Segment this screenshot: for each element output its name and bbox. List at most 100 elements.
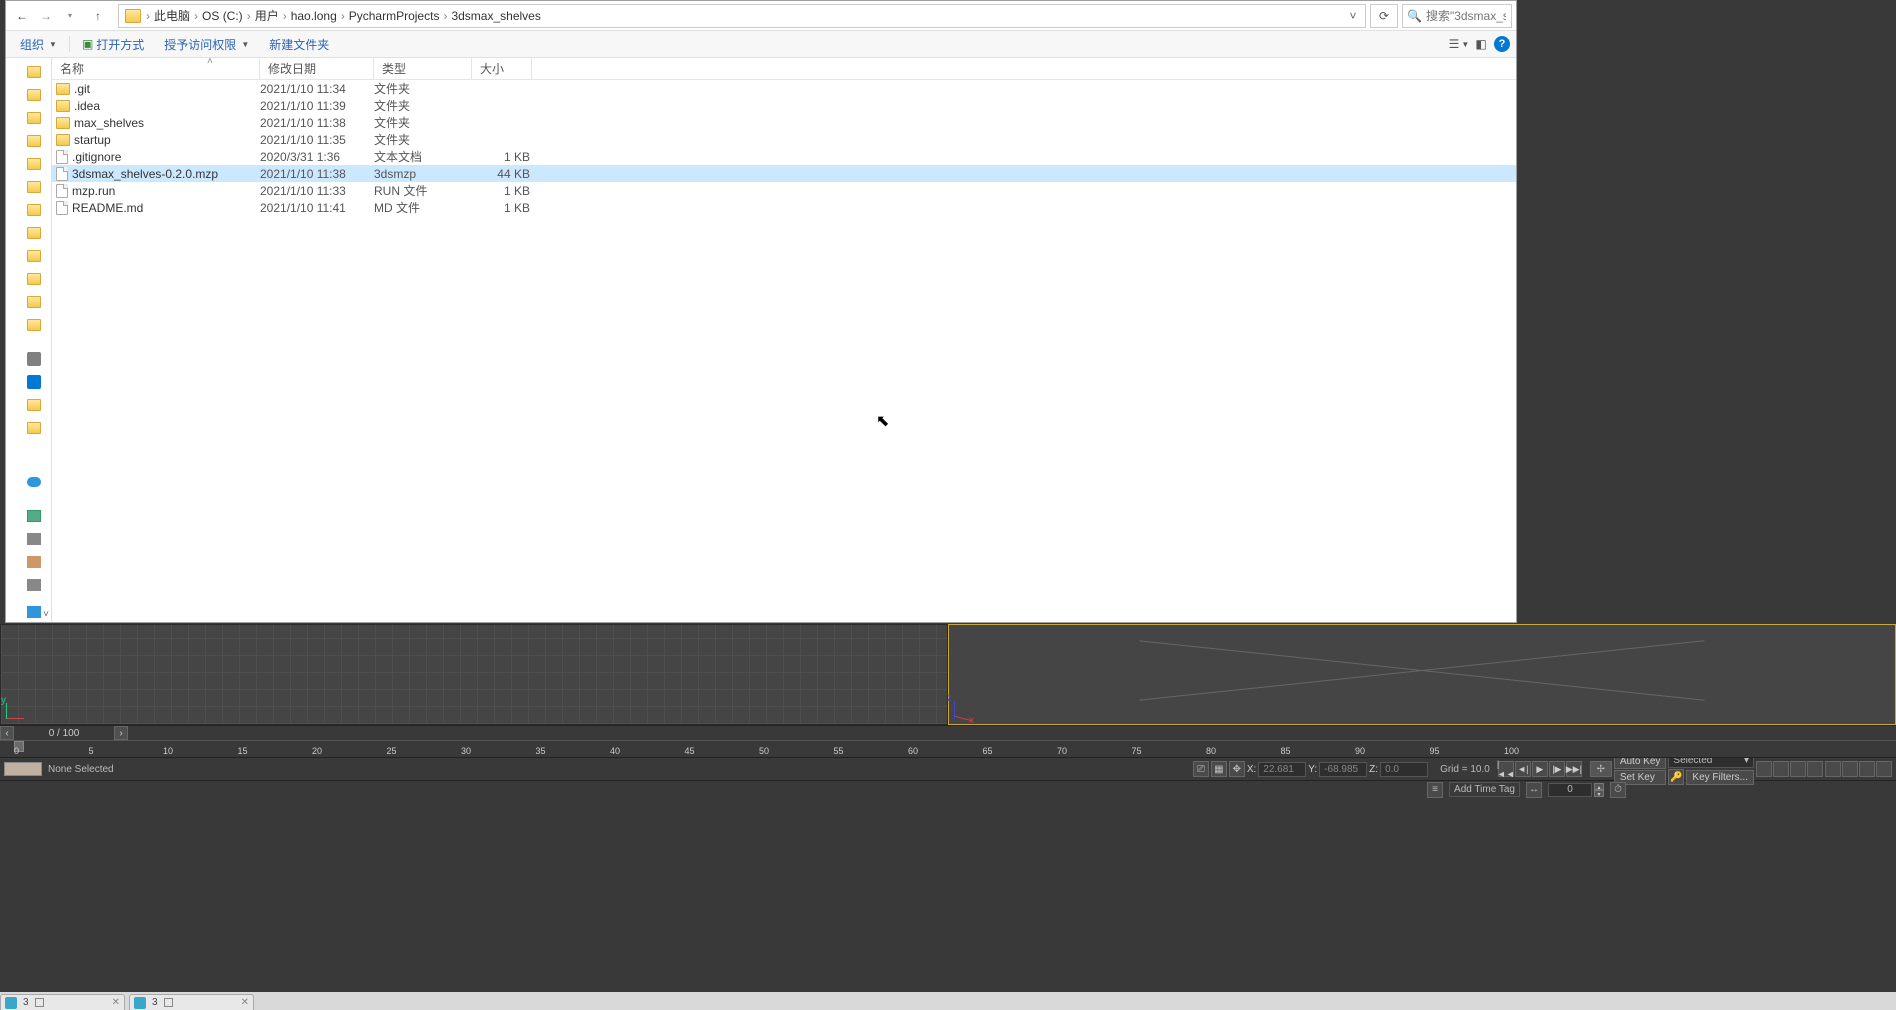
restore-icon[interactable]: [164, 998, 173, 1007]
viewport-left[interactable]: y: [0, 624, 948, 725]
sidebar-item[interactable]: [9, 154, 49, 174]
spinner-down[interactable]: ▾: [1594, 790, 1604, 797]
col-type[interactable]: 类型: [374, 58, 472, 79]
taskbar-tab-1[interactable]: 3 ✕: [0, 994, 125, 1010]
play-button[interactable]: ▶: [1532, 761, 1548, 777]
close-icon[interactable]: ✕: [241, 997, 249, 1008]
sidebar-item[interactable]: [9, 315, 49, 335]
recent-dropdown[interactable]: ▾: [58, 4, 82, 28]
spinner-up[interactable]: ▴: [1594, 783, 1604, 790]
help-icon[interactable]: ?: [1494, 36, 1510, 52]
address-dropdown[interactable]: ˅: [1343, 9, 1363, 23]
zoom-icon[interactable]: [1756, 761, 1772, 777]
grant-access-button[interactable]: 授予访问权限▼: [156, 34, 257, 55]
viewport-right[interactable]: z x: [948, 624, 1896, 725]
sidebar-item[interactable]: [9, 575, 49, 595]
sidebar-item[interactable]: [9, 349, 49, 369]
column-headers[interactable]: ˄ 名称 修改日期 类型 大小: [52, 58, 1516, 80]
snap-icon[interactable]: ▦: [1211, 761, 1227, 777]
orbit-icon[interactable]: [1807, 761, 1823, 777]
move-icon[interactable]: ↔: [1526, 782, 1542, 798]
breadcrumb[interactable]: › 此电脑 › OS (C:) › 用户 › hao.long › Pychar…: [118, 4, 1366, 28]
sidebar-item[interactable]: [9, 269, 49, 289]
up-button[interactable]: ↑: [86, 4, 110, 28]
forward-button[interactable]: →: [34, 4, 58, 28]
prev-frame-button[interactable]: ◄|: [1515, 761, 1531, 777]
sidebar-item[interactable]: [9, 62, 49, 82]
sidebar-item[interactable]: [9, 177, 49, 197]
transform-icon[interactable]: ✥: [1229, 761, 1245, 777]
time-ruler[interactable]: 0510152025303540455055606570758085909510…: [0, 740, 1896, 758]
sidebar-item[interactable]: [9, 85, 49, 105]
file-row[interactable]: 3dsmax_shelves-0.2.0.mzp2021/1/10 11:383…: [52, 165, 1516, 182]
key-mode-button[interactable]: ✢: [1590, 761, 1612, 777]
next-frame-button[interactable]: |▶: [1549, 761, 1565, 777]
sidebar-item[interactable]: [9, 200, 49, 220]
sidebar-item[interactable]: [9, 131, 49, 151]
nav-sidebar[interactable]: ˅: [6, 58, 52, 622]
new-folder-button[interactable]: 新建文件夹: [261, 34, 337, 55]
file-row[interactable]: README.md2021/1/10 11:41MD 文件1 KB: [52, 199, 1516, 216]
sidebar-item[interactable]: [9, 372, 49, 392]
crumb-drive[interactable]: OS (C:): [199, 9, 246, 23]
goto-start-button[interactable]: |◄◄: [1498, 761, 1514, 777]
restore-icon[interactable]: [35, 998, 44, 1007]
open-with-button[interactable]: ▣打开方式: [74, 34, 152, 55]
file-row[interactable]: .git2021/1/10 11:34文件夹: [52, 80, 1516, 97]
pan-icon[interactable]: [1790, 761, 1806, 777]
refresh-button[interactable]: ⟳: [1370, 4, 1398, 28]
sidebar-item[interactable]: [9, 395, 49, 415]
key-icon[interactable]: 🔑: [1668, 769, 1684, 785]
crumb-projects[interactable]: PycharmProjects: [346, 9, 443, 23]
fov-icon[interactable]: [1825, 761, 1841, 777]
nav-icon[interactable]: [1876, 761, 1892, 777]
preview-pane-button[interactable]: ◧: [1472, 35, 1490, 53]
file-row[interactable]: .idea2021/1/10 11:39文件夹: [52, 97, 1516, 114]
sidebar-item[interactable]: [9, 223, 49, 243]
col-date[interactable]: 修改日期: [260, 58, 374, 79]
crumb-users[interactable]: 用户: [252, 7, 282, 24]
lock-icon[interactable]: ⎚: [1193, 761, 1209, 777]
status-swatch[interactable]: [4, 762, 42, 776]
sidebar-item[interactable]: [9, 529, 49, 549]
file-row[interactable]: mzp.run2021/1/10 11:33RUN 文件1 KB: [52, 182, 1516, 199]
script-icon[interactable]: ≡: [1427, 782, 1443, 798]
x-field[interactable]: 22.681: [1258, 762, 1306, 777]
time-config-icon[interactable]: ⏱: [1610, 782, 1626, 798]
crumb-pc[interactable]: 此电脑: [151, 7, 193, 24]
sidebar-item[interactable]: [9, 552, 49, 572]
nav-icon[interactable]: [1859, 761, 1875, 777]
file-row[interactable]: .gitignore2020/3/31 1:36文本文档1 KB: [52, 148, 1516, 165]
zoom-all-icon[interactable]: [1773, 761, 1789, 777]
goto-end-button[interactable]: ▶▶|: [1566, 761, 1582, 777]
search-box[interactable]: 🔍: [1402, 4, 1512, 28]
back-button[interactable]: ←: [10, 4, 34, 28]
organize-button[interactable]: 组织▼: [12, 34, 65, 55]
view-options-button[interactable]: ☰▼: [1450, 35, 1468, 53]
close-icon[interactable]: ✕: [112, 997, 120, 1008]
sidebar-item[interactable]: [9, 108, 49, 128]
sidebar-item[interactable]: [9, 292, 49, 312]
maximize-icon[interactable]: [1842, 761, 1858, 777]
sidebar-item[interactable]: [9, 418, 49, 438]
crumb-current[interactable]: 3dsmax_shelves: [448, 9, 543, 23]
col-name[interactable]: 名称: [52, 58, 260, 79]
timeline-next[interactable]: ›: [114, 726, 128, 740]
file-list[interactable]: .git2021/1/10 11:34文件夹.idea2021/1/10 11:…: [52, 80, 1516, 622]
search-input[interactable]: [1426, 9, 1506, 23]
file-row[interactable]: max_shelves2021/1/10 11:38文件夹: [52, 114, 1516, 131]
file-row[interactable]: startup2021/1/10 11:35文件夹: [52, 131, 1516, 148]
key-filters-button[interactable]: Key Filters...: [1686, 770, 1754, 785]
taskbar-tab-2[interactable]: 3 ✕: [129, 994, 254, 1010]
y-field[interactable]: -68.985: [1319, 762, 1367, 777]
sidebar-thispc[interactable]: [9, 506, 49, 526]
z-field[interactable]: 0.0: [1380, 762, 1428, 777]
crumb-user[interactable]: hao.long: [288, 9, 340, 23]
sidebar-item[interactable]: [9, 246, 49, 266]
add-time-tag-button[interactable]: Add Time Tag: [1449, 782, 1520, 797]
sidebar-onedrive[interactable]: [9, 472, 49, 492]
frame-spinner[interactable]: [1548, 783, 1592, 797]
timeline-prev[interactable]: ‹: [0, 726, 14, 740]
collapse-sidebar[interactable]: ˅: [43, 609, 49, 620]
col-size[interactable]: 大小: [472, 58, 532, 79]
